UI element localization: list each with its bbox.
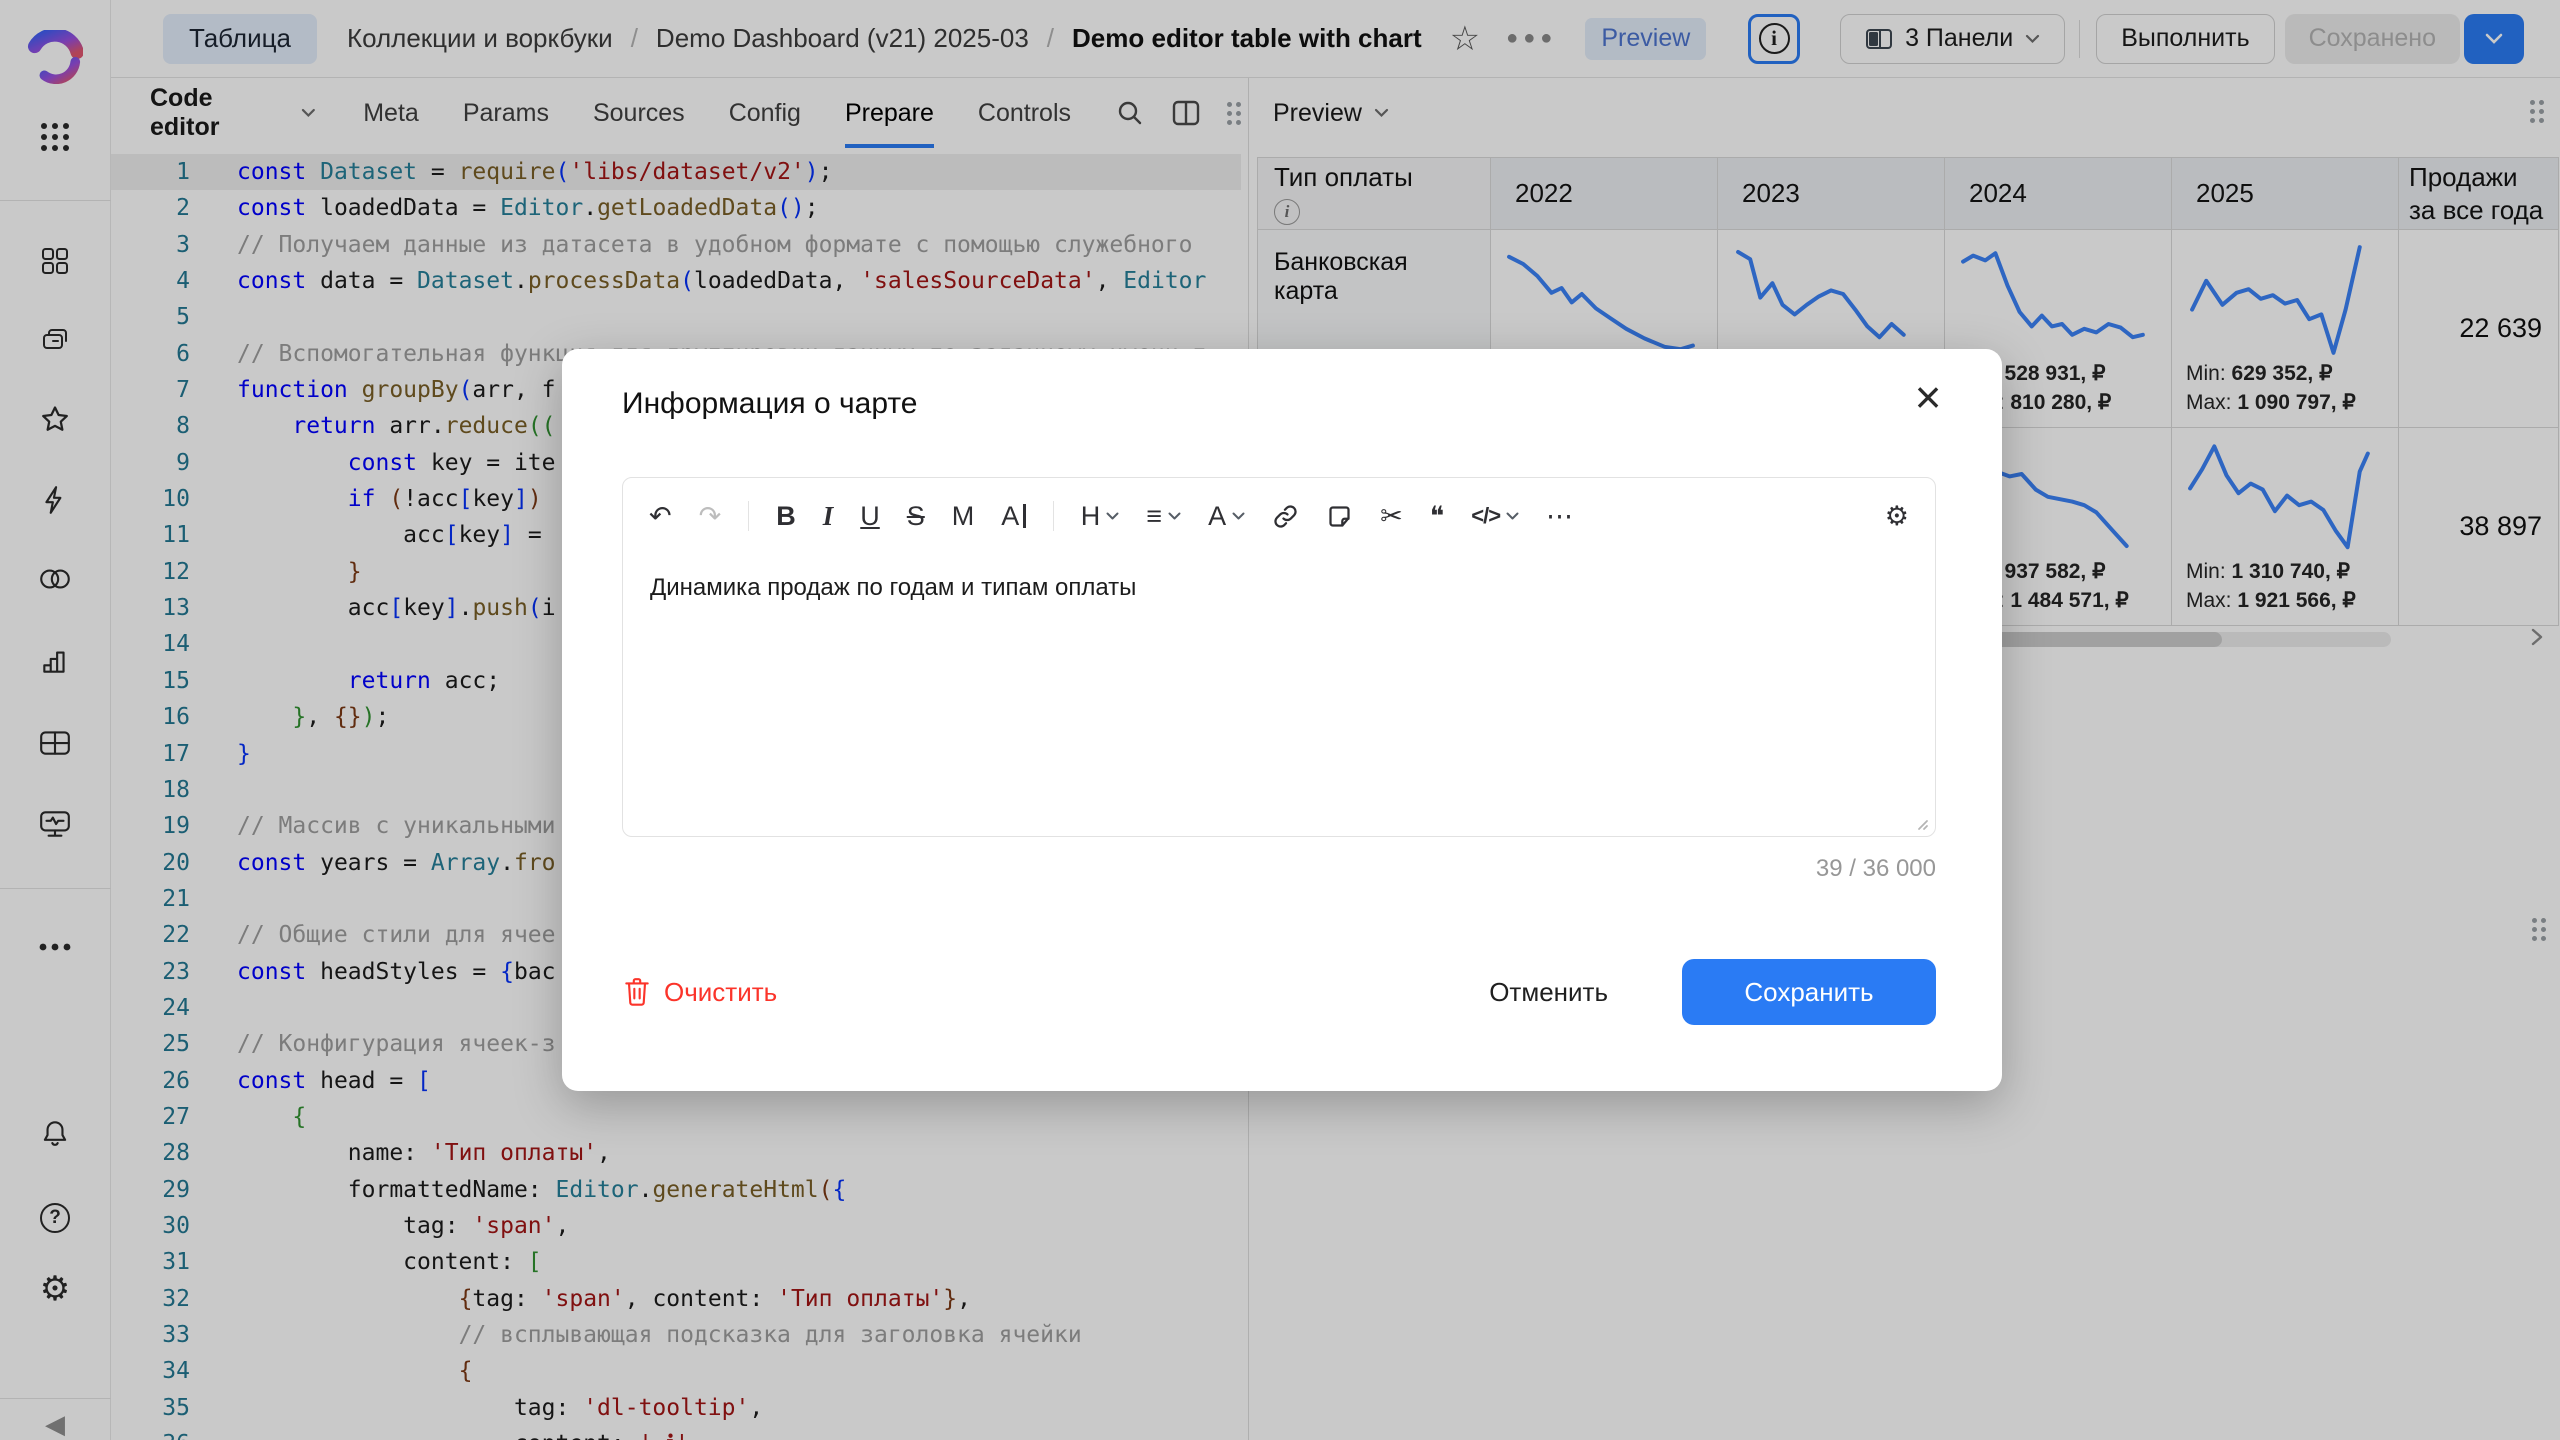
cut-icon[interactable]: ✂ — [1380, 503, 1403, 530]
trash-icon — [622, 976, 652, 1008]
bold-icon[interactable]: B — [776, 503, 796, 530]
heading-icon[interactable]: H — [1081, 503, 1120, 530]
save-button[interactable]: Сохранить — [1682, 959, 1936, 1025]
rich-text-toolbar: ↶↷BIUSMAH≡A✂❝</>⋯⚙ — [623, 478, 1935, 554]
undo-icon[interactable]: ↶ — [649, 503, 672, 530]
link-icon[interactable] — [1272, 503, 1299, 530]
chart-info-dialog: Информация о чарте × ↶↷BIUSMAH≡A✂❝</>⋯⚙ … — [562, 349, 2002, 1091]
cancel-button[interactable]: Отменить — [1479, 977, 1618, 1008]
italic-icon[interactable]: I — [823, 503, 834, 530]
chart-description-input[interactable]: Динамика продаж по годам и типам оплаты — [650, 574, 1136, 602]
note-icon[interactable] — [1326, 503, 1353, 530]
list-icon[interactable]: ≡ — [1146, 503, 1181, 530]
char-counter: 39 / 36 000 — [1816, 855, 1936, 883]
app-root: ? ⚙ ◀ Таблица Коллекции и воркбуки/Demo … — [0, 0, 2560, 1440]
resize-handle[interactable] — [1914, 816, 1929, 831]
text-cursor-icon[interactable]: A — [1001, 503, 1026, 530]
dialog-title: Информация о чарте — [622, 387, 917, 421]
quote-icon[interactable]: ❝ — [1430, 503, 1445, 530]
monospace-icon[interactable]: M — [952, 503, 975, 530]
redo-icon[interactable]: ↷ — [699, 503, 722, 530]
font-icon[interactable]: A — [1208, 503, 1245, 530]
underline-icon[interactable]: U — [860, 503, 880, 530]
code-icon[interactable]: </> — [1471, 505, 1519, 527]
rich-text-editor: ↶↷BIUSMAH≡A✂❝</>⋯⚙ Динамика продаж по го… — [622, 477, 1936, 837]
more-icon[interactable]: ⋯ — [1546, 503, 1573, 530]
strikethrough-icon[interactable]: S — [907, 503, 925, 530]
close-icon[interactable]: × — [1902, 371, 1954, 423]
settings-icon[interactable]: ⚙ — [1885, 503, 1909, 530]
clear-button[interactable]: Очистить — [622, 976, 777, 1008]
